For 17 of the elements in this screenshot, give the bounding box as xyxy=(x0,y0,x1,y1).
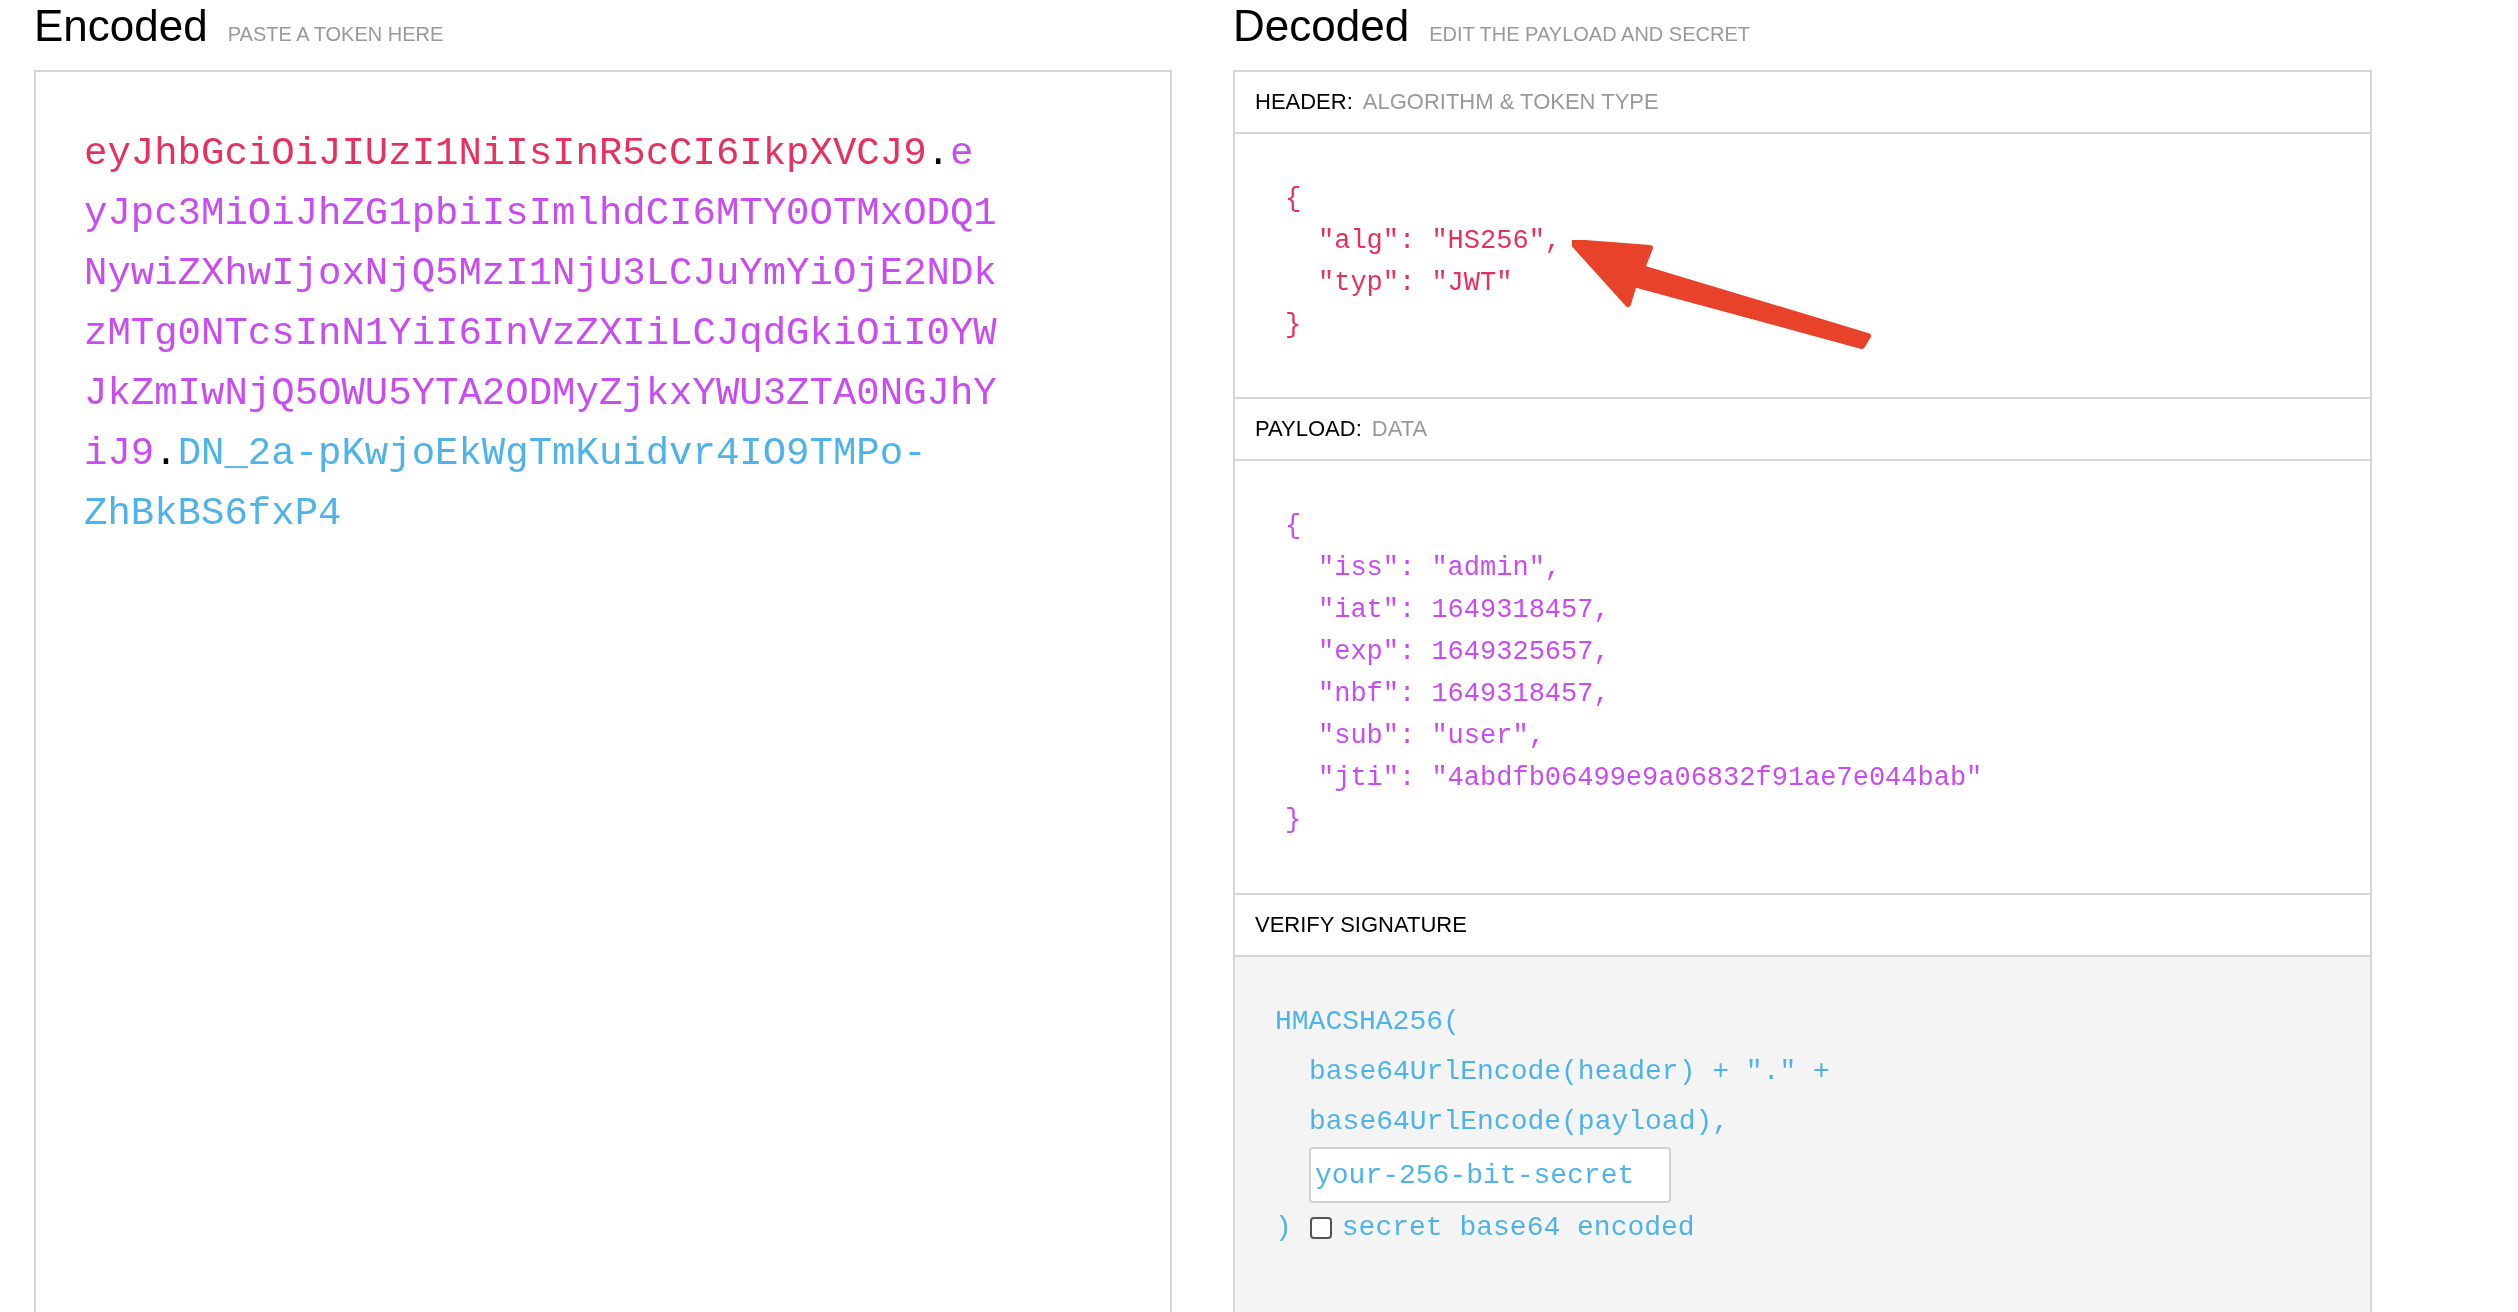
token-input[interactable]: eyJhbGciOiJIUzI1NiIsInR5cCI6IkpXVCJ9.eyJpc3MiOiJhZG1pbiIsImlhdCI6MTY0OTMxODQ1NywiZXhwIjoxNjQ5MzI1NjU3LCJuYmYiOjE2NDkzMTg0NTcsInN1YiI6InVzZXIiLCJqdGkiOiI0YWJkZmIwNjQ5OWU5YTA2ODMyZjkxYWU3ZTA0NGJhYiJ9.DN_2a-pKwjoEkWgTmKuidvr4IO9TMPo-ZhBkBS6fxP4 xyxy=(34,70,1172,1312)
code-line: HMACSHA256( xyxy=(1275,1005,1461,1039)
section-title: Decoded xyxy=(1233,4,1410,48)
section-sublabel: DATA xyxy=(1371,416,1428,442)
checkbox[interactable] xyxy=(1309,1217,1332,1239)
section-subtitle: EDIT THE PAYLOAD AND SECRET xyxy=(1429,23,1750,46)
code-line: base64UrlEncode(payload), xyxy=(1309,1105,1731,1139)
section-title: Encoded xyxy=(34,4,208,48)
section-label: PAYLOAD: xyxy=(1255,416,1362,442)
section-label: VERIFY SIGNATURE xyxy=(1255,912,1467,938)
secret-field[interactable]: your-256-bit-secret xyxy=(1309,1147,1671,1203)
section-label: HEADER: xyxy=(1255,89,1353,115)
section-subtitle: PASTE A TOKEN HERE xyxy=(227,23,444,46)
checkbox-label: secret base64 encoded xyxy=(1341,1211,1695,1245)
section-sublabel: ALGORITHM & TOKEN TYPE xyxy=(1362,89,1659,115)
code-line: ) xyxy=(1275,1211,1292,1245)
code-line: base64UrlEncode(header) + "." + xyxy=(1309,1055,1831,1089)
